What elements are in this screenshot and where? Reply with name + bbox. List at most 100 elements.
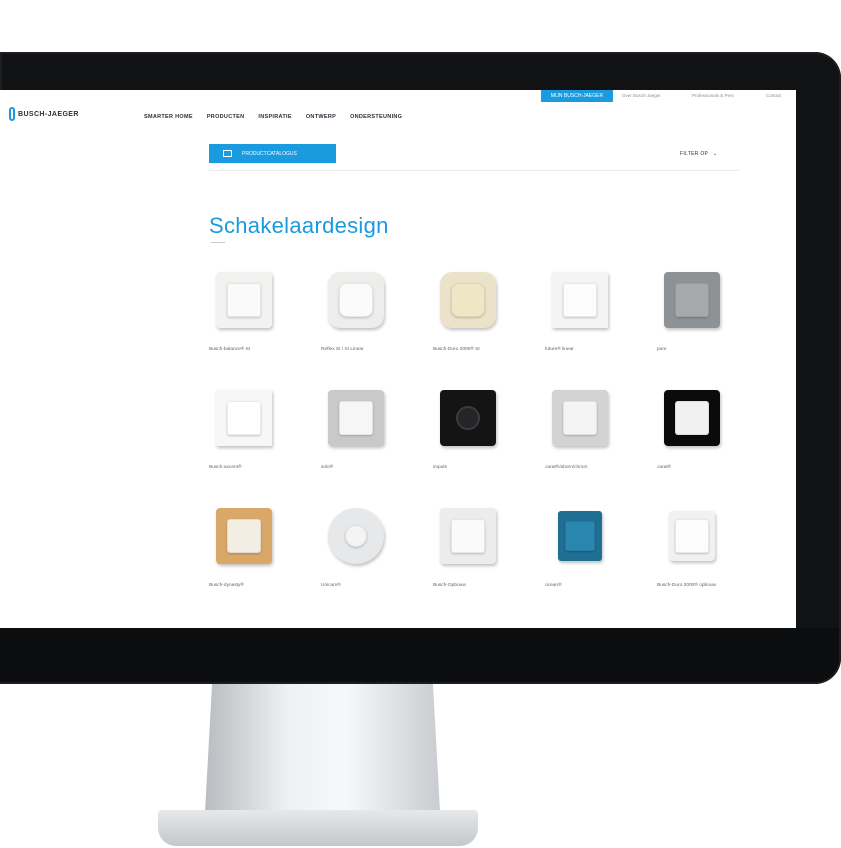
switch-rocker-icon [227,519,261,553]
product-image[interactable] [324,504,388,568]
nav-smarter-home[interactable]: SMARTER HOME [144,114,193,120]
product-card[interactable]: carat®/ahorn/chrom [540,386,652,504]
monitor-chin [0,628,839,682]
title-rule [211,242,225,243]
switch-rocker-icon [339,283,373,317]
catalog-icon [223,150,232,157]
product-label[interactable]: Busch-Duro 2000® SI [433,346,513,353]
switch-rocker-icon [565,521,595,551]
switch-rocker-icon [451,519,485,553]
product-image[interactable] [324,268,388,332]
switch-plate-icon [440,390,496,446]
product-image[interactable] [548,386,612,450]
switch-plate-icon [216,508,272,564]
top-link-about[interactable]: Over Busch-Jaeger [622,92,661,100]
top-strip: MIJN BUSCH-JAEGER Over Busch-Jaeger Prof… [0,90,796,102]
product-image[interactable] [548,504,612,568]
switch-rocker-icon [563,401,597,435]
product-card[interactable]: Reflex SI / SI Linear [316,268,428,386]
product-card[interactable]: Busch-balance® SI [204,268,316,386]
product-card[interactable]: Busch-dynasty® [204,504,316,622]
product-image[interactable] [436,504,500,568]
nav-design[interactable]: ONTWERP [306,114,336,120]
product-card[interactable]: impuls [428,386,540,504]
switch-plate-icon [669,511,715,561]
product-grid: Busch-balance® SI Reflex SI / SI Linear Bu… [204,268,764,622]
monitor-stand-base [158,810,478,846]
filter-dropdown[interactable]: FILTER OP ⌄ [680,151,718,157]
product-card[interactable]: Busch-Duro 2000® SI [428,268,540,386]
product-image[interactable] [548,268,612,332]
switch-plate-icon [328,508,384,564]
product-label[interactable]: carat® [657,464,737,471]
product-label[interactable]: Busch-balance® SI [209,346,289,353]
switch-rocker-icon [675,519,709,553]
product-label[interactable]: Busch-Opbouw [433,582,513,589]
product-label[interactable]: carat®/ahorn/chrom [545,464,625,471]
top-link-pro[interactable]: Professionals & Pers [692,92,734,100]
switch-rocker-icon [451,283,485,317]
product-card[interactable]: Unicum® [316,504,428,622]
product-label[interactable]: future® linear [545,346,625,353]
switch-rocker-icon [339,401,373,435]
top-link-contact[interactable]: Contact [766,92,782,100]
monitor-stand-neck [205,684,440,812]
product-card[interactable]: Busch-Opbouw [428,504,540,622]
divider [209,170,739,171]
screen: MIJN BUSCH-JAEGER Over Busch-Jaeger Prof… [0,90,796,628]
product-label[interactable]: Busch-dynasty® [209,582,289,589]
main-nav: SMARTER HOME PRODUCTEN INSPIRATIE ONTWER… [144,114,402,120]
product-label[interactable]: ocean® [545,582,625,589]
switch-plate-icon [552,272,608,328]
product-image[interactable] [660,268,724,332]
product-image[interactable] [660,504,724,568]
page-title: Schakelaardesign [209,212,389,238]
product-label[interactable]: Busch-Duro 2000® opbouw [657,582,737,589]
product-card[interactable]: carat® [652,386,764,504]
product-label[interactable]: impuls [433,464,513,471]
product-card[interactable]: future® linear [540,268,652,386]
product-image[interactable] [212,268,276,332]
product-card[interactable]: Busch-Duro 2000® opbouw [652,504,764,622]
logo-text: BUSCH-JAEGER [18,110,79,118]
product-catalog-button[interactable]: PRODUCTCATALOGUS [209,144,336,163]
product-image[interactable] [212,386,276,450]
product-label[interactable]: Unicum® [321,582,401,589]
logo-icon [9,107,15,121]
switch-plate-icon [216,272,272,328]
switch-plate-icon [440,508,496,564]
switch-plate-icon [664,390,720,446]
my-account-button[interactable]: MIJN BUSCH-JAEGER [541,90,613,102]
product-card[interactable]: solo® [316,386,428,504]
product-image[interactable] [212,504,276,568]
product-image[interactable] [436,268,500,332]
switch-plate-icon [664,272,720,328]
nav-support[interactable]: ONDERSTEUNING [350,114,402,120]
switch-plate-icon [552,390,608,446]
switch-plate-icon [440,272,496,328]
product-card[interactable]: Busch-axcent® [204,386,316,504]
product-image[interactable] [436,386,500,450]
brand-logo[interactable]: BUSCH-JAEGER [9,107,79,121]
product-label[interactable]: pure [657,346,737,353]
switch-rocker-icon [675,401,709,435]
switch-plate-icon [328,390,384,446]
switch-rocker-icon [675,283,709,317]
switch-rocker-icon [563,283,597,317]
product-image[interactable] [324,386,388,450]
switch-rocker-icon [227,401,261,435]
product-label[interactable]: Busch-axcent® [209,464,289,471]
chevron-down-icon: ⌄ [709,151,718,157]
product-card[interactable]: pure [652,268,764,386]
nav-inspiration[interactable]: INSPIRATIE [258,114,291,120]
switch-plate-icon [216,390,272,446]
switch-rocker-icon [456,406,480,430]
nav-products[interactable]: PRODUCTEN [207,114,245,120]
product-label[interactable]: solo® [321,464,401,471]
product-label[interactable]: Reflex SI / SI Linear [321,346,401,353]
product-card[interactable]: ocean® [540,504,652,622]
switch-rocker-icon [345,525,367,547]
product-image[interactable] [660,386,724,450]
switch-rocker-icon [227,283,261,317]
switch-plate-icon [328,272,384,328]
